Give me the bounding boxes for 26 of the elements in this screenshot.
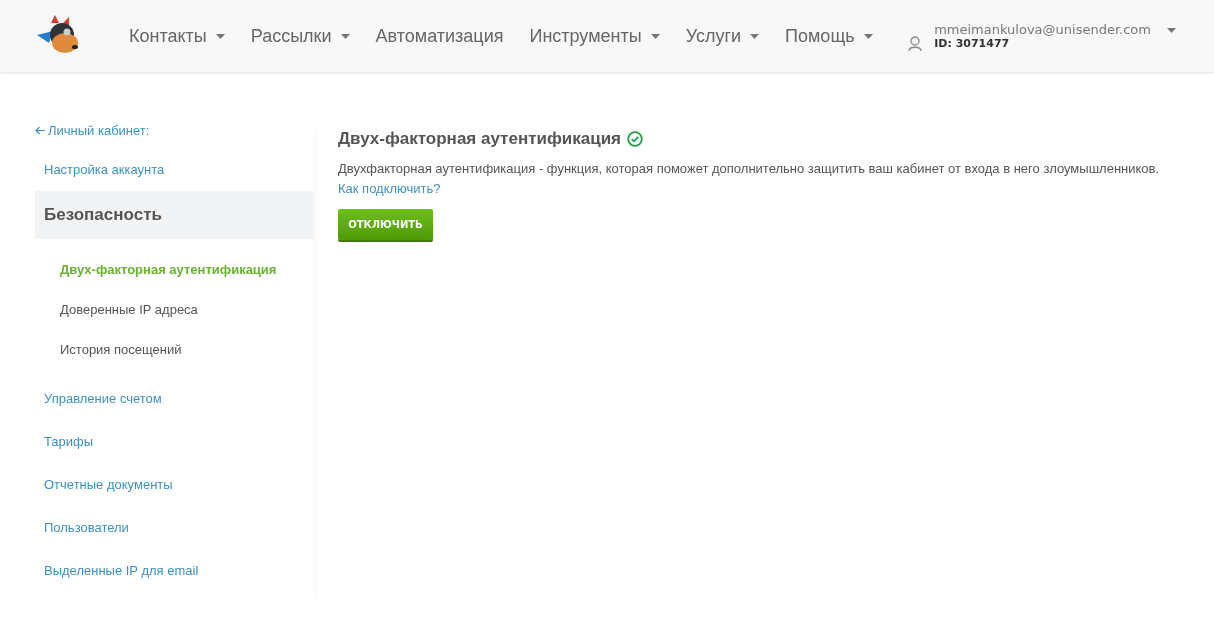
account-email[interactable]: mmeimankulova@unisender.com <box>934 21 1151 37</box>
nav-menu-item[interactable]: Инструменты <box>529 25 660 47</box>
sidebar-item[interactable]: Выделенные IP для email <box>35 549 313 592</box>
nav-menu-item[interactable]: Услуги <box>685 25 760 47</box>
back-link[interactable]: Личный кабинет: <box>48 123 150 138</box>
account-id: ID: 3071477 <box>934 36 1011 50</box>
nav-menu-item[interactable]: Контакты <box>129 25 225 47</box>
disable-button[interactable]: ОТКЛЮЧИТЬ <box>338 209 433 240</box>
sidebar-item[interactable]: Тарифы <box>35 420 313 463</box>
sidebar-subitem[interactable]: История посещений <box>35 329 313 369</box>
caret-icon[interactable] <box>1167 27 1176 33</box>
page-title: Двух-факторная аутентификация <box>338 129 622 149</box>
user-icon <box>908 35 923 51</box>
left-arrow-icon[interactable] <box>35 126 45 135</box>
sidebar-item[interactable]: Управление счетом <box>35 377 313 420</box>
sidebar-item[interactable]: Настройка аккаунта <box>35 148 313 191</box>
help-link[interactable]: Как подключить? <box>338 181 441 196</box>
sidebar-subitem[interactable]: Двух-факторная аутентификация <box>35 249 313 289</box>
sidebar-section-header[interactable]: Безопасность <box>35 191 313 239</box>
nav-menu-item[interactable]: Рассылки <box>250 25 350 47</box>
nav-menu-item[interactable]: Помощь <box>785 25 873 47</box>
sidebar-subitem[interactable]: Доверенные IP адреса <box>35 289 313 329</box>
sidebar-item[interactable]: Пользователи <box>35 506 313 549</box>
nav-menu-item[interactable]: Автоматизация <box>375 25 504 47</box>
sidebar-item[interactable]: Отчетные документы <box>35 463 313 506</box>
description-text: Двухфакторная аутентификация - функция, которая поможет дополнительно защитить ваш кабинет от входа в него злоумышленников. <box>338 161 1161 176</box>
